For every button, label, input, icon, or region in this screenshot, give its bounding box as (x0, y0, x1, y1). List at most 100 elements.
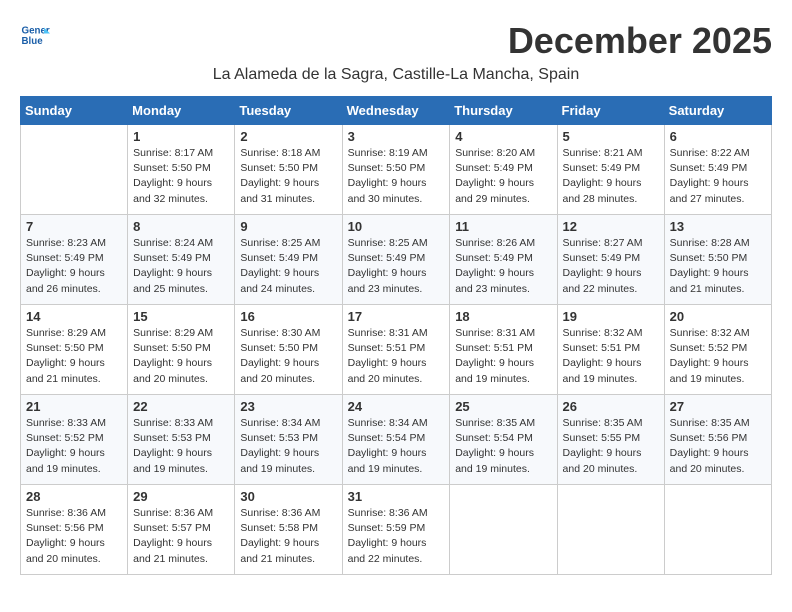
day-number: 28 (26, 489, 122, 504)
day-info: Sunrise: 8:35 AM Sunset: 5:56 PM Dayligh… (670, 416, 766, 477)
day-cell: 6 Sunrise: 8:22 AM Sunset: 5:49 PM Daylig… (664, 125, 771, 215)
logo: General Blue (20, 20, 54, 50)
weekday-header-wednesday: Wednesday (342, 97, 450, 125)
weekday-header-friday: Friday (557, 97, 664, 125)
day-info: Sunrise: 8:36 AM Sunset: 5:57 PM Dayligh… (133, 506, 229, 567)
month-title: December 2025 (508, 20, 772, 62)
day-cell (664, 485, 771, 575)
day-info: Sunrise: 8:26 AM Sunset: 5:49 PM Dayligh… (455, 236, 551, 297)
day-cell: 18 Sunrise: 8:31 AM Sunset: 5:51 PM Dayli… (450, 305, 557, 395)
day-number: 16 (240, 309, 336, 324)
day-info: Sunrise: 8:24 AM Sunset: 5:49 PM Dayligh… (133, 236, 229, 297)
day-number: 23 (240, 399, 336, 414)
day-number: 12 (563, 219, 659, 234)
day-cell: 7 Sunrise: 8:23 AM Sunset: 5:49 PM Daylig… (21, 215, 128, 305)
day-info: Sunrise: 8:32 AM Sunset: 5:52 PM Dayligh… (670, 326, 766, 387)
day-number: 27 (670, 399, 766, 414)
day-info: Sunrise: 8:23 AM Sunset: 5:49 PM Dayligh… (26, 236, 122, 297)
day-number: 29 (133, 489, 229, 504)
day-number: 10 (348, 219, 445, 234)
day-cell (557, 485, 664, 575)
day-cell: 22 Sunrise: 8:33 AM Sunset: 5:53 PM Dayli… (128, 395, 235, 485)
day-cell: 16 Sunrise: 8:30 AM Sunset: 5:50 PM Dayli… (235, 305, 342, 395)
day-cell: 31Sunrise: 8:36 AM Sunset: 5:59 PM Dayli… (342, 485, 450, 575)
day-cell: 4 Sunrise: 8:20 AM Sunset: 5:49 PM Daylig… (450, 125, 557, 215)
day-number: 2 (240, 129, 336, 144)
day-cell: 29 Sunrise: 8:36 AM Sunset: 5:57 PM Dayli… (128, 485, 235, 575)
day-info: Sunrise: 8:31 AM Sunset: 5:51 PM Dayligh… (348, 326, 445, 387)
weekday-header-saturday: Saturday (664, 97, 771, 125)
day-number: 7 (26, 219, 122, 234)
day-info: Sunrise: 8:31 AM Sunset: 5:51 PM Dayligh… (455, 326, 551, 387)
day-number: 15 (133, 309, 229, 324)
day-number: 22 (133, 399, 229, 414)
day-number: 13 (670, 219, 766, 234)
day-info: Sunrise: 8:25 AM Sunset: 5:49 PM Dayligh… (348, 236, 445, 297)
day-cell: 28Sunrise: 8:36 AM Sunset: 5:56 PM Dayli… (21, 485, 128, 575)
day-info: Sunrise: 8:29 AM Sunset: 5:50 PM Dayligh… (133, 326, 229, 387)
day-cell: 20 Sunrise: 8:32 AM Sunset: 5:52 PM Dayli… (664, 305, 771, 395)
day-info: Sunrise: 8:17 AM Sunset: 5:50 PM Dayligh… (133, 146, 229, 207)
day-cell: 8 Sunrise: 8:24 AM Sunset: 5:49 PM Daylig… (128, 215, 235, 305)
svg-text:Blue: Blue (22, 36, 44, 47)
page-container: General Blue December 2025 La Alameda de… (20, 20, 772, 575)
day-info: Sunrise: 8:19 AM Sunset: 5:50 PM Dayligh… (348, 146, 445, 207)
day-cell: 9Sunrise: 8:25 AM Sunset: 5:49 PM Daylig… (235, 215, 342, 305)
day-number: 25 (455, 399, 551, 414)
week-row-4: 21 Sunrise: 8:33 AM Sunset: 5:52 PM Dayli… (21, 395, 772, 485)
weekday-header-row: SundayMondayTuesdayWednesdayThursdayFrid… (21, 97, 772, 125)
day-number: 5 (563, 129, 659, 144)
day-info: Sunrise: 8:20 AM Sunset: 5:49 PM Dayligh… (455, 146, 551, 207)
day-cell: 11 Sunrise: 8:26 AM Sunset: 5:49 PM Dayli… (450, 215, 557, 305)
day-cell: 15 Sunrise: 8:29 AM Sunset: 5:50 PM Dayli… (128, 305, 235, 395)
day-info: Sunrise: 8:21 AM Sunset: 5:49 PM Dayligh… (563, 146, 659, 207)
day-number: 6 (670, 129, 766, 144)
day-number: 9 (240, 219, 336, 234)
day-info: Sunrise: 8:34 AM Sunset: 5:54 PM Dayligh… (348, 416, 445, 477)
week-row-5: 28Sunrise: 8:36 AM Sunset: 5:56 PM Dayli… (21, 485, 772, 575)
day-cell: 5 Sunrise: 8:21 AM Sunset: 5:49 PM Daylig… (557, 125, 664, 215)
weekday-header-monday: Monday (128, 97, 235, 125)
day-number: 14 (26, 309, 122, 324)
week-row-3: 14 Sunrise: 8:29 AM Sunset: 5:50 PM Dayli… (21, 305, 772, 395)
day-info: Sunrise: 8:36 AM Sunset: 5:59 PM Dayligh… (348, 506, 445, 567)
day-info: Sunrise: 8:27 AM Sunset: 5:49 PM Dayligh… (563, 236, 659, 297)
week-row-2: 7 Sunrise: 8:23 AM Sunset: 5:49 PM Daylig… (21, 215, 772, 305)
day-number: 18 (455, 309, 551, 324)
day-info: Sunrise: 8:32 AM Sunset: 5:51 PM Dayligh… (563, 326, 659, 387)
day-number: 3 (348, 129, 445, 144)
day-number: 21 (26, 399, 122, 414)
day-cell: 13 Sunrise: 8:28 AM Sunset: 5:50 PM Dayli… (664, 215, 771, 305)
day-info: Sunrise: 8:30 AM Sunset: 5:50 PM Dayligh… (240, 326, 336, 387)
day-number: 8 (133, 219, 229, 234)
day-cell: 25 Sunrise: 8:35 AM Sunset: 5:54 PM Dayli… (450, 395, 557, 485)
day-info: Sunrise: 8:28 AM Sunset: 5:50 PM Dayligh… (670, 236, 766, 297)
day-cell: 24 Sunrise: 8:34 AM Sunset: 5:54 PM Dayli… (342, 395, 450, 485)
day-cell: 27 Sunrise: 8:35 AM Sunset: 5:56 PM Dayli… (664, 395, 771, 485)
day-number: 30 (240, 489, 336, 504)
weekday-header-tuesday: Tuesday (235, 97, 342, 125)
day-info: Sunrise: 8:29 AM Sunset: 5:50 PM Dayligh… (26, 326, 122, 387)
day-info: Sunrise: 8:35 AM Sunset: 5:54 PM Dayligh… (455, 416, 551, 477)
month-title-section: December 2025 (508, 20, 772, 62)
day-number: 24 (348, 399, 445, 414)
week-row-1: 1 Sunrise: 8:17 AM Sunset: 5:50 PM Daylig… (21, 125, 772, 215)
day-info: Sunrise: 8:33 AM Sunset: 5:52 PM Dayligh… (26, 416, 122, 477)
day-info: Sunrise: 8:34 AM Sunset: 5:53 PM Dayligh… (240, 416, 336, 477)
day-cell: 1 Sunrise: 8:17 AM Sunset: 5:50 PM Daylig… (128, 125, 235, 215)
day-cell: 2Sunrise: 8:18 AM Sunset: 5:50 PM Daylig… (235, 125, 342, 215)
day-info: Sunrise: 8:33 AM Sunset: 5:53 PM Dayligh… (133, 416, 229, 477)
calendar-table: SundayMondayTuesdayWednesdayThursdayFrid… (20, 96, 772, 575)
day-cell: 30 Sunrise: 8:36 AM Sunset: 5:58 PM Dayli… (235, 485, 342, 575)
day-number: 1 (133, 129, 229, 144)
day-info: Sunrise: 8:22 AM Sunset: 5:49 PM Dayligh… (670, 146, 766, 207)
day-number: 17 (348, 309, 445, 324)
day-number: 20 (670, 309, 766, 324)
day-number: 4 (455, 129, 551, 144)
day-info: Sunrise: 8:36 AM Sunset: 5:58 PM Dayligh… (240, 506, 336, 567)
weekday-header-sunday: Sunday (21, 97, 128, 125)
day-cell: 26Sunrise: 8:35 AM Sunset: 5:55 PM Dayli… (557, 395, 664, 485)
day-cell: 23 Sunrise: 8:34 AM Sunset: 5:53 PM Dayli… (235, 395, 342, 485)
day-number: 11 (455, 219, 551, 234)
location-title: La Alameda de la Sagra, Castille-La Manc… (20, 66, 772, 84)
